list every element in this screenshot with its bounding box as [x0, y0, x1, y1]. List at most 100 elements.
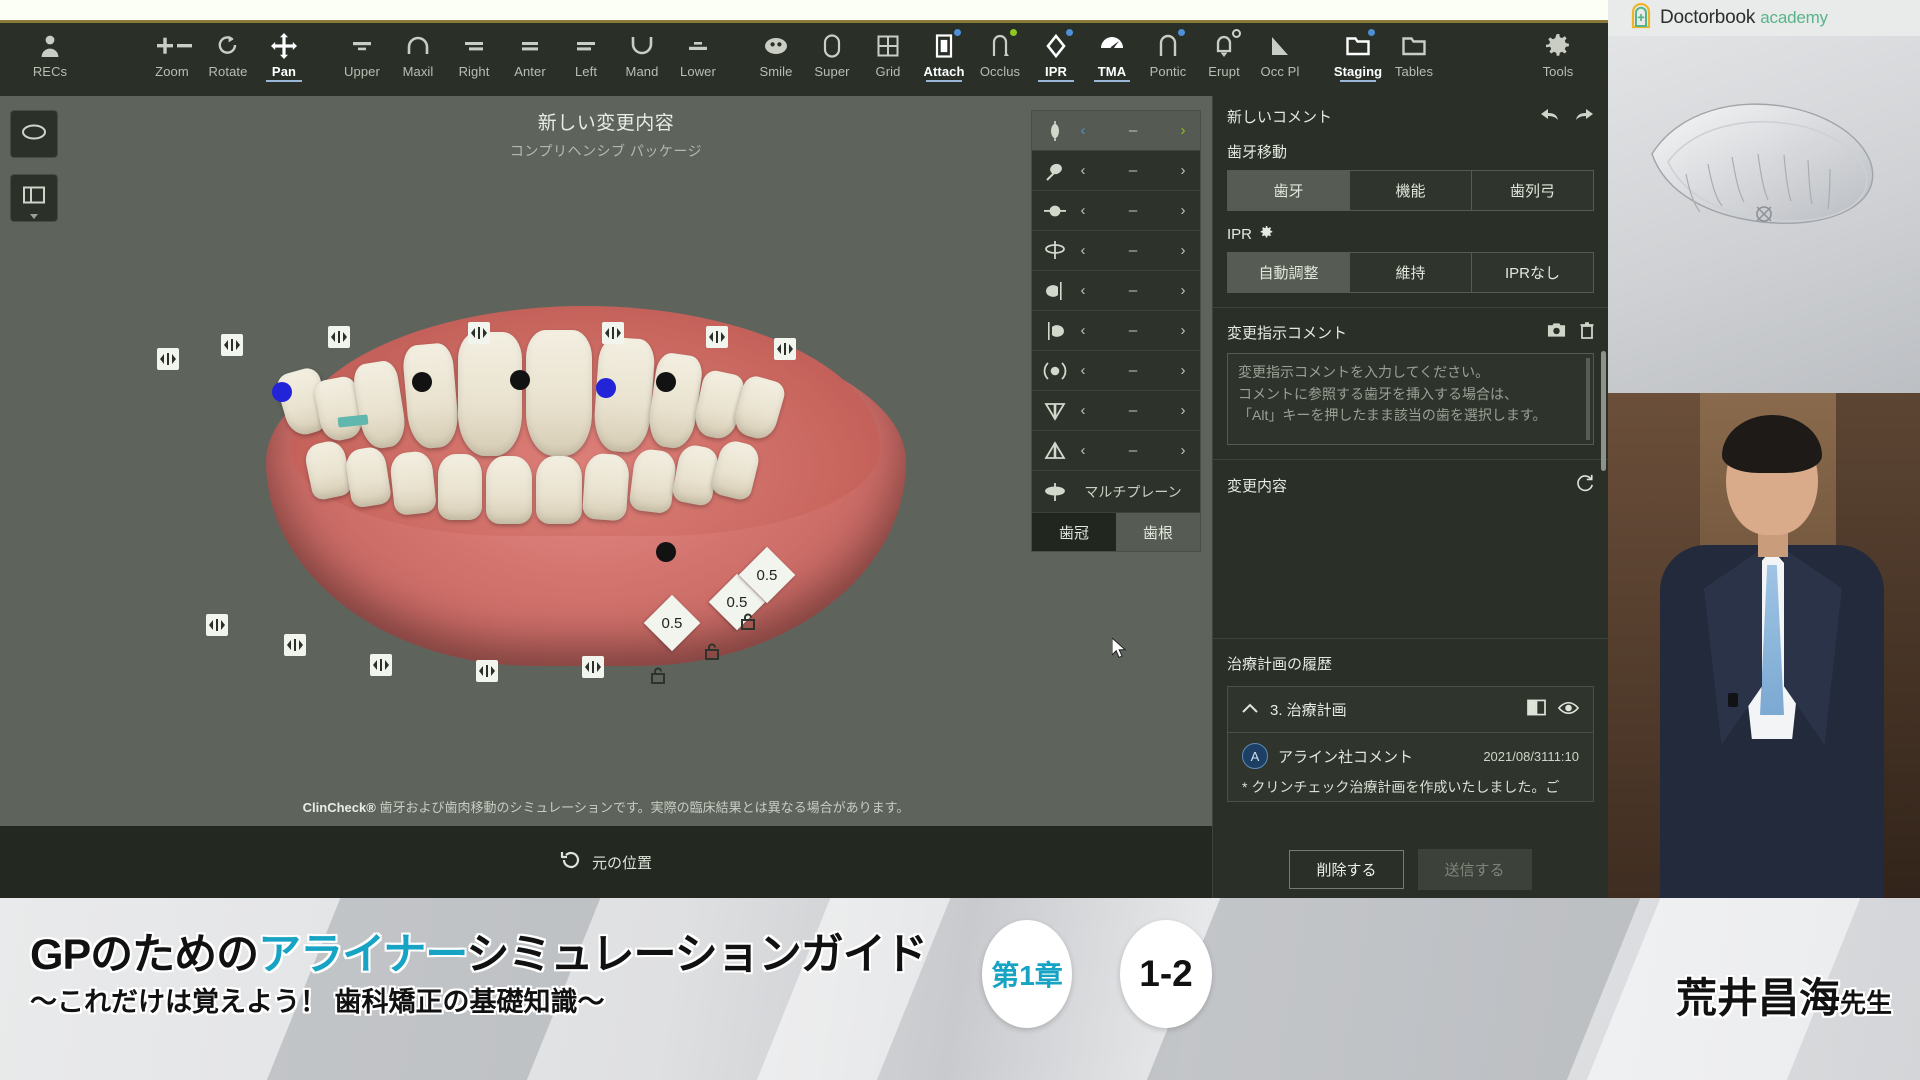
toolbar-item-super[interactable]: Super: [804, 23, 860, 79]
increment-arrow[interactable]: ›: [1172, 122, 1194, 139]
ipr-handle[interactable]: [221, 334, 243, 356]
ipr-handle[interactable]: [157, 348, 179, 370]
layout-split-tool[interactable]: [10, 174, 58, 222]
reset-position-label[interactable]: 元の位置: [592, 852, 652, 873]
decrement-arrow[interactable]: ‹: [1072, 322, 1094, 339]
decrement-arrow[interactable]: ‹: [1072, 122, 1094, 139]
lock-icon[interactable]: [740, 612, 756, 635]
ipr-handle[interactable]: [476, 660, 498, 682]
ipr-handle[interactable]: [284, 634, 306, 656]
decrement-arrow[interactable]: ‹: [1072, 362, 1094, 379]
undo-arrow-icon[interactable]: [1540, 107, 1560, 127]
tab-arch[interactable]: 歯列弓: [1472, 171, 1593, 210]
tab-function[interactable]: 機能: [1350, 171, 1472, 210]
redo-arrow-icon[interactable]: [1574, 107, 1594, 127]
tooth-lower[interactable]: [536, 456, 582, 524]
toolbar-item-pan[interactable]: Pan: [256, 23, 312, 82]
tooth-marker-black[interactable]: [510, 370, 530, 390]
movement-row[interactable]: ‹ – ›: [1032, 391, 1200, 431]
increment-arrow[interactable]: ›: [1172, 362, 1194, 379]
tooth-upper-central[interactable]: [458, 332, 522, 456]
movement-row[interactable]: ‹ – ›: [1032, 431, 1200, 471]
ipr-handle[interactable]: [582, 656, 604, 678]
increment-arrow[interactable]: ›: [1172, 442, 1194, 459]
lock-icon[interactable]: [650, 666, 666, 689]
lock-icon[interactable]: [704, 642, 720, 665]
eye-icon[interactable]: [1557, 701, 1580, 719]
increment-arrow[interactable]: ›: [1172, 162, 1194, 179]
toolbar-item-grid[interactable]: Grid: [860, 23, 916, 79]
movement-row[interactable]: ‹ – ›: [1032, 311, 1200, 351]
multiplane-row[interactable]: マルチプレーン: [1032, 471, 1200, 513]
tooth-marker-black[interactable]: [412, 372, 432, 392]
decrement-arrow[interactable]: ‹: [1072, 202, 1094, 219]
panel-scrollbar[interactable]: [1601, 351, 1606, 471]
toolbar-item-zoom[interactable]: Zoom: [144, 23, 200, 79]
trash-icon[interactable]: [1580, 322, 1594, 343]
increment-arrow[interactable]: ›: [1172, 402, 1194, 419]
tab-root[interactable]: 歯根: [1116, 513, 1200, 551]
reset-rotate-icon[interactable]: [560, 850, 582, 874]
movement-row[interactable]: ‹ – ›: [1032, 231, 1200, 271]
tooth-lower[interactable]: [388, 449, 438, 517]
toolbar-item-lower[interactable]: Lower: [670, 23, 726, 79]
toolbar-item-pontic[interactable]: Pontic: [1140, 23, 1196, 79]
toolbar-item-staging[interactable]: Staging: [1330, 23, 1386, 82]
toolbar-item-smile[interactable]: Smile: [748, 23, 804, 79]
ipr-handle[interactable]: [774, 338, 796, 360]
increment-arrow[interactable]: ›: [1172, 242, 1194, 259]
tooth-upper-central[interactable]: [526, 330, 592, 456]
refresh-icon[interactable]: [1576, 474, 1594, 496]
movement-row[interactable]: ‹ – ›: [1032, 111, 1200, 151]
decrement-arrow[interactable]: ‹: [1072, 442, 1094, 459]
toolbar-item-anter[interactable]: Anter: [502, 23, 558, 79]
tooth-marker-black[interactable]: [656, 372, 676, 392]
dental-model[interactable]: 0.5 0.5 0.5: [157, 266, 946, 726]
ipr-handle[interactable]: [328, 326, 350, 348]
decrement-arrow[interactable]: ‹: [1072, 242, 1094, 259]
toolbar-item-ipr[interactable]: IPR: [1028, 23, 1084, 82]
change-comment-textarea[interactable]: 変更指示コメントを入力してください。 コメントに参照する歯牙を挿入する場合は、 …: [1227, 353, 1594, 445]
tab-crown[interactable]: 歯冠: [1032, 513, 1116, 551]
toolbar-item-erupt[interactable]: Erupt: [1196, 23, 1252, 79]
chevron-up-icon[interactable]: [1242, 701, 1258, 718]
tooth-marker-blue[interactable]: [272, 382, 292, 402]
tooth-lower[interactable]: [438, 454, 482, 520]
toolbar-item-occ-pl[interactable]: Occ Pl: [1252, 23, 1308, 79]
toolbar-item-rotate[interactable]: Rotate: [200, 23, 256, 79]
tab-ipr-none[interactable]: IPRなし: [1472, 253, 1593, 292]
toolbar-item-tools[interactable]: Tools: [1530, 23, 1586, 79]
toolbar-item-right[interactable]: Right: [446, 23, 502, 79]
movement-row[interactable]: ‹ – ›: [1032, 351, 1200, 391]
tooth-marker-black[interactable]: [656, 542, 676, 562]
decrement-arrow[interactable]: ‹: [1072, 282, 1094, 299]
toolbar-item-tma[interactable]: TMA: [1084, 23, 1140, 82]
increment-arrow[interactable]: ›: [1172, 322, 1194, 339]
ipr-handle[interactable]: [370, 654, 392, 676]
toolbar-item-tables[interactable]: Tables: [1386, 23, 1442, 79]
increment-arrow[interactable]: ›: [1172, 282, 1194, 299]
compare-panels-icon[interactable]: [1527, 699, 1546, 720]
delete-button[interactable]: 削除する: [1289, 849, 1404, 889]
tooth-marker-blue[interactable]: [596, 378, 616, 398]
tab-ipr-keep[interactable]: 維持: [1350, 253, 1472, 292]
history-card-header[interactable]: 3. 治療計画: [1228, 687, 1593, 733]
toolbar-item-upper[interactable]: Upper: [334, 23, 390, 79]
textarea-scrollbar[interactable]: [1586, 358, 1590, 440]
ipr-handle[interactable]: [706, 326, 728, 348]
movement-row[interactable]: ‹ – ›: [1032, 191, 1200, 231]
toolbar-item-occlus[interactable]: Occlus: [972, 23, 1028, 79]
tab-tooth[interactable]: 歯牙: [1228, 171, 1350, 210]
decrement-arrow[interactable]: ‹: [1072, 162, 1094, 179]
ipr-handle[interactable]: [602, 322, 624, 344]
toolbar-item-mand[interactable]: Mand: [614, 23, 670, 79]
movement-row[interactable]: ‹ – ›: [1032, 151, 1200, 191]
toolbar-item-left[interactable]: Left: [558, 23, 614, 79]
toolbar-item-recs[interactable]: RECs: [22, 23, 78, 79]
toolbar-item-maxil[interactable]: Maxil: [390, 23, 446, 79]
tab-ipr-auto[interactable]: 自動調整: [1228, 253, 1350, 292]
lasso-select-tool[interactable]: [10, 110, 58, 158]
ipr-handle[interactable]: [468, 322, 490, 344]
tooth-lower[interactable]: [628, 447, 678, 515]
decrement-arrow[interactable]: ‹: [1072, 402, 1094, 419]
